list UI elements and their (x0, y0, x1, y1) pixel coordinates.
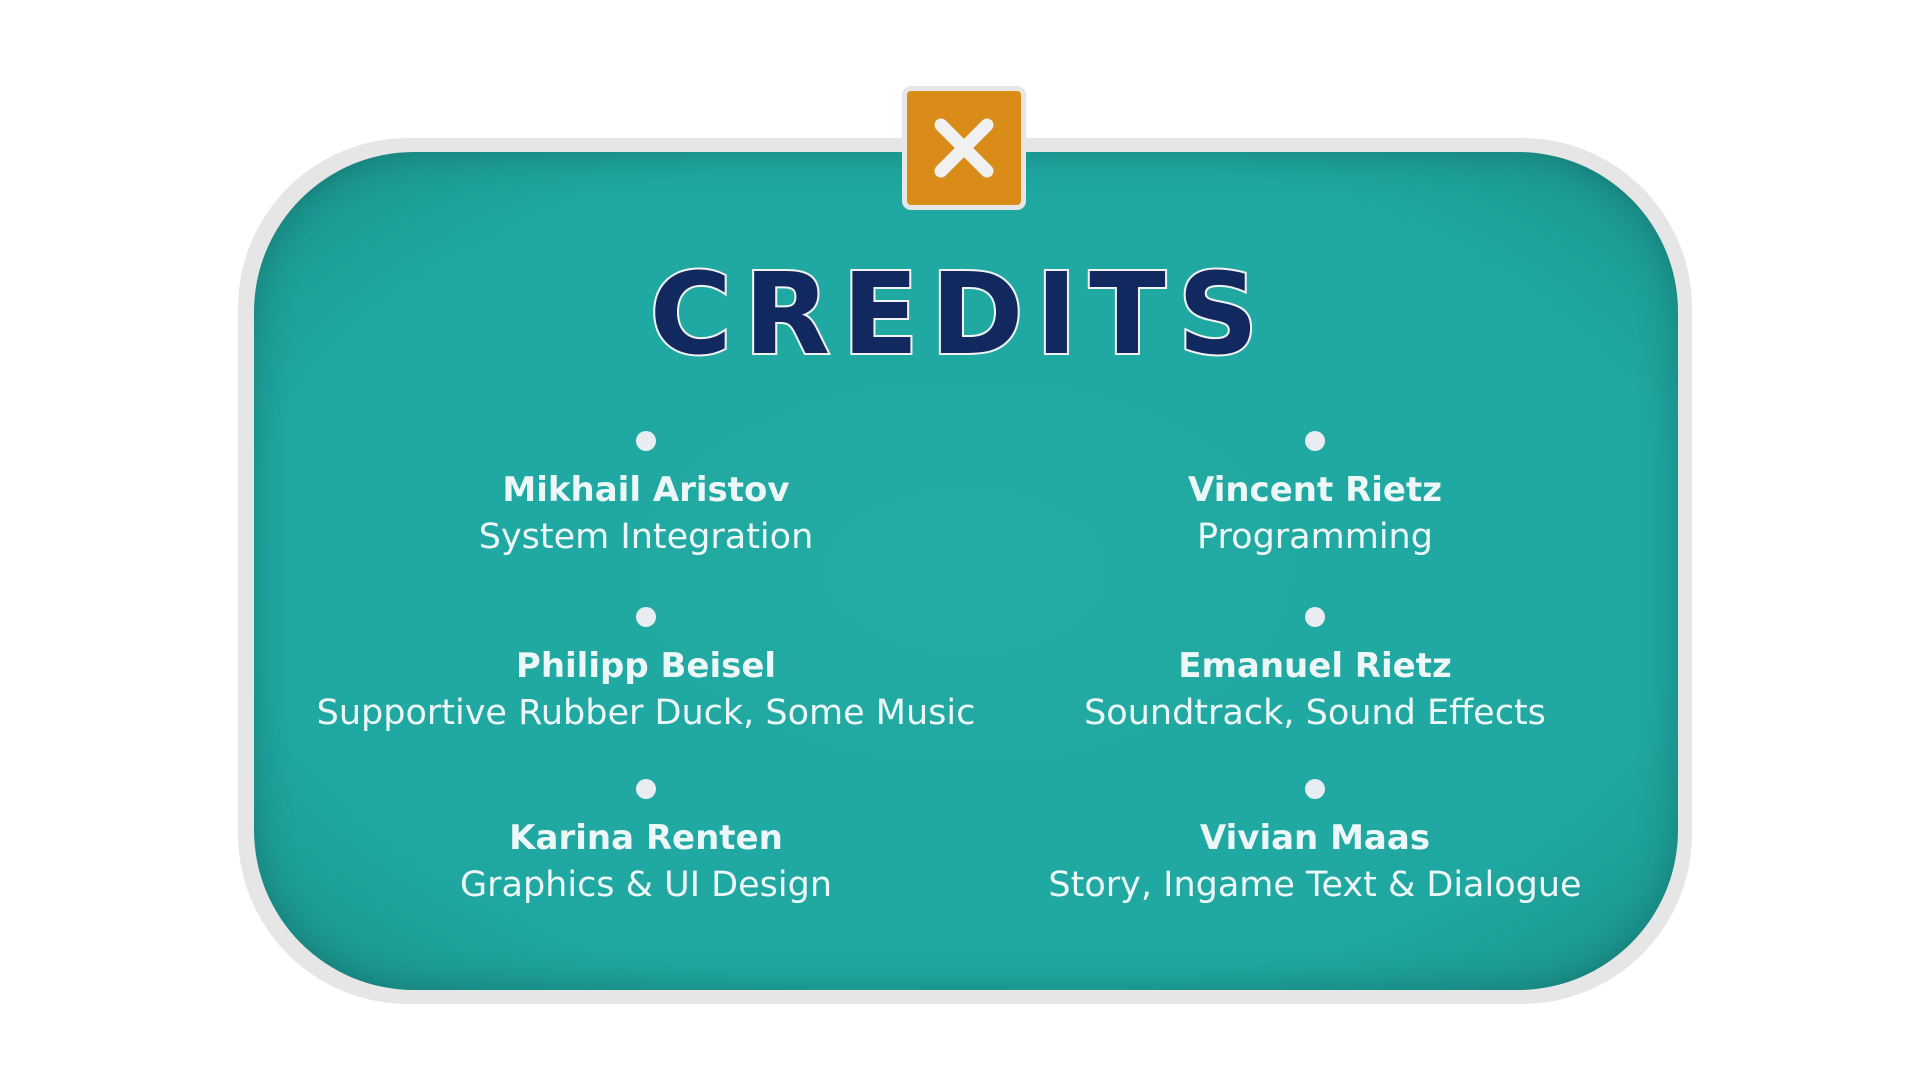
close-button[interactable] (902, 86, 1026, 210)
credits-title: CREDITS (648, 250, 1271, 380)
credit-entry: Philipp Beisel Supportive Rubber Duck, S… (266, 607, 1026, 737)
title-container: CREDITS (600, 250, 1320, 380)
credit-entry: Vivian Maas Story, Ingame Text & Dialogu… (935, 779, 1695, 909)
credit-entry: Vincent Rietz Programming (935, 431, 1695, 561)
bullet-dot-icon (1305, 779, 1325, 799)
credit-name: Karina Renten (509, 818, 783, 858)
credit-name: Mikhail Aristov (502, 470, 790, 510)
bullet-dot-icon (636, 607, 656, 627)
credit-entry: Emanuel Rietz Soundtrack, Sound Effects (935, 607, 1695, 737)
credit-role: Programming (1197, 517, 1433, 557)
bullet-dot-icon (636, 779, 656, 799)
credit-name: Philipp Beisel (515, 646, 777, 686)
credit-name: Vivian Maas (1199, 818, 1431, 858)
close-x-icon (934, 118, 994, 178)
credit-name: Vincent Rietz (1187, 470, 1443, 510)
credit-role: Soundtrack, Sound Effects (1084, 693, 1546, 733)
credit-role: Graphics & UI Design (459, 865, 832, 905)
credit-entry: Mikhail Aristov System Integration (266, 431, 1026, 561)
credits-screen: CREDITS Mikhail Aristov System Integrati… (0, 0, 1920, 1081)
bullet-dot-icon (636, 431, 656, 451)
credit-role: Story, Ingame Text & Dialogue (1048, 865, 1582, 905)
bullet-dot-icon (1305, 431, 1325, 451)
credit-role: System Integration (478, 517, 814, 557)
bullet-dot-icon (1305, 607, 1325, 627)
credit-entry: Karina Renten Graphics & UI Design (266, 779, 1026, 909)
credit-name: Emanuel Rietz (1178, 646, 1452, 686)
credit-role: Supportive Rubber Duck, Some Music (316, 693, 976, 733)
